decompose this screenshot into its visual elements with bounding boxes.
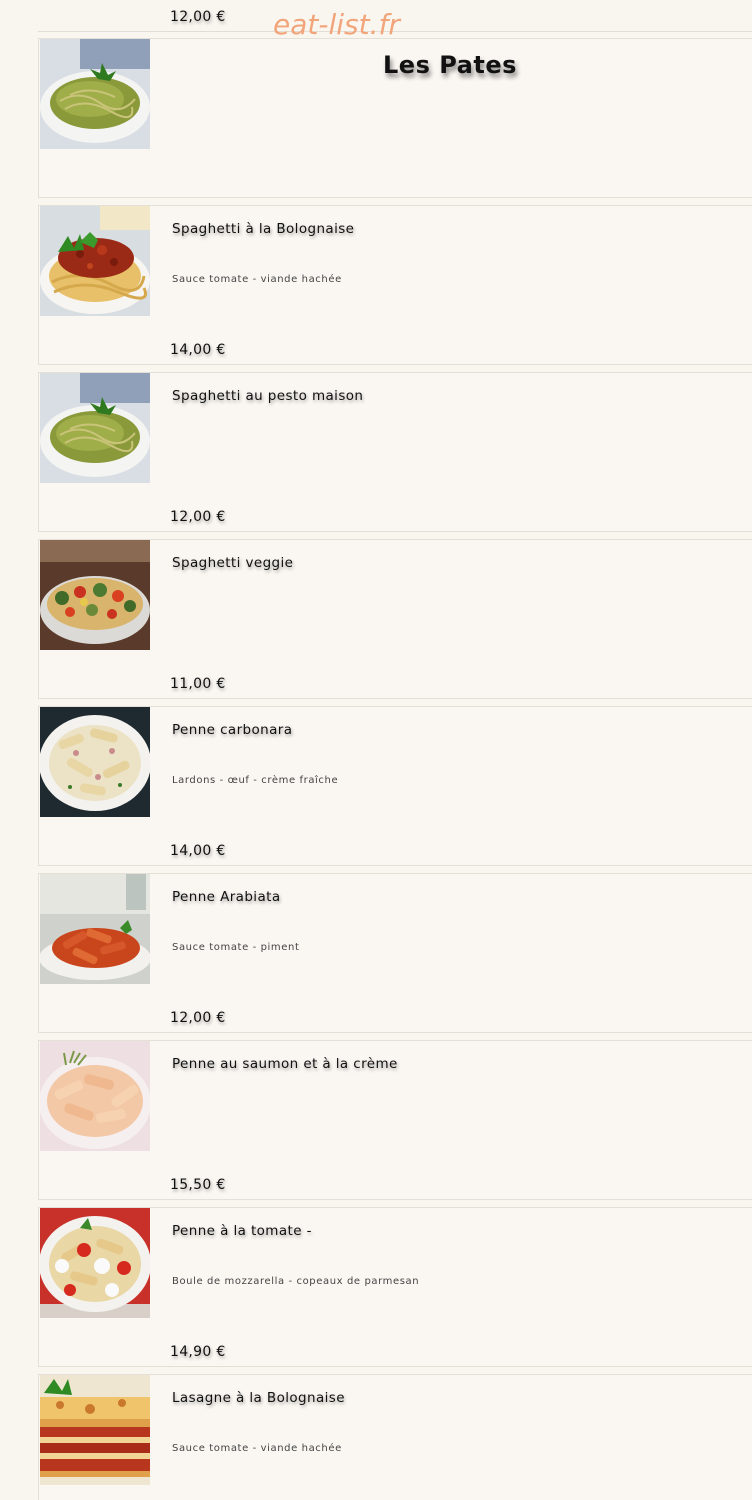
item-price: 15,50 €	[170, 1177, 226, 1193]
item-description: Lardons - œuf - crème fraîche	[172, 775, 339, 786]
section-title: Les Pates	[383, 51, 517, 79]
item-name: Penne à la tomate -	[172, 1223, 312, 1239]
item-price: 11,00 €	[170, 676, 226, 692]
item-name: Penne carbonara	[172, 722, 293, 738]
pesto-spaghetti-photo-icon	[40, 373, 150, 483]
menu-page: eat-list.fr 12,00 € Les Pates Spaghetti …	[0, 0, 752, 1500]
item-description: Sauce tomate - viande hachée	[172, 274, 342, 285]
menu-item-card[interactable]: Spaghetti veggie 11,00 €	[38, 539, 752, 699]
menu-item-card[interactable]: Penne au saumon et à la crème 15,50 €	[38, 1040, 752, 1200]
item-price: 14,00 €	[170, 843, 226, 859]
menu-item-card[interactable]: Penne à la tomate - Boule de mozzarella …	[38, 1207, 752, 1367]
menu-item-card[interactable]: Penne Arabiata Sauce tomate - piment 12,…	[38, 873, 752, 1033]
item-name: Spaghetti veggie	[172, 555, 294, 571]
menu-item-card[interactable]: Penne carbonara Lardons - œuf - crème fr…	[38, 706, 752, 866]
arrabiata-photo-icon	[40, 874, 150, 984]
section-header-card: Les Pates	[38, 38, 752, 198]
item-description: Sauce tomate - viande hachée	[172, 1443, 342, 1454]
previous-item-price: 12,00 €	[170, 9, 226, 25]
menu-item-card[interactable]: Spaghetti au pesto maison 12,00 €	[38, 372, 752, 532]
salmon-penne-photo-icon	[40, 1041, 150, 1151]
item-name: Lasagne à la Bolognaise	[172, 1390, 345, 1406]
item-price: 12,00 €	[170, 509, 226, 525]
item-price: 14,00 €	[170, 342, 226, 358]
bolognese-photo-icon	[40, 206, 150, 316]
menu-item-card[interactable]: Spaghetti à la Bolognaise Sauce tomate -…	[38, 205, 752, 365]
item-description: Sauce tomate - piment	[172, 942, 300, 953]
watermark: eat-list.fr	[273, 8, 400, 41]
item-price: 14,90 €	[170, 1344, 226, 1360]
item-name: Penne au saumon et à la crème	[172, 1056, 398, 1072]
tomato-mozzarella-penne-photo-icon	[40, 1208, 150, 1318]
menu-item-card[interactable]: Lasagne à la Bolognaise Sauce tomate - v…	[38, 1374, 752, 1500]
carbonara-photo-icon	[40, 707, 150, 817]
item-name: Spaghetti à la Bolognaise	[172, 221, 355, 237]
item-description: Boule de mozzarella - copeaux de parmesa…	[172, 1276, 420, 1287]
veggie-spaghetti-photo-icon	[40, 540, 150, 650]
item-name: Spaghetti au pesto maison	[172, 388, 364, 404]
item-price: 12,00 €	[170, 1010, 226, 1026]
item-name: Penne Arabiata	[172, 889, 281, 905]
pesto-spaghetti-photo-icon	[40, 39, 150, 149]
lasagna-photo-icon	[40, 1375, 150, 1485]
